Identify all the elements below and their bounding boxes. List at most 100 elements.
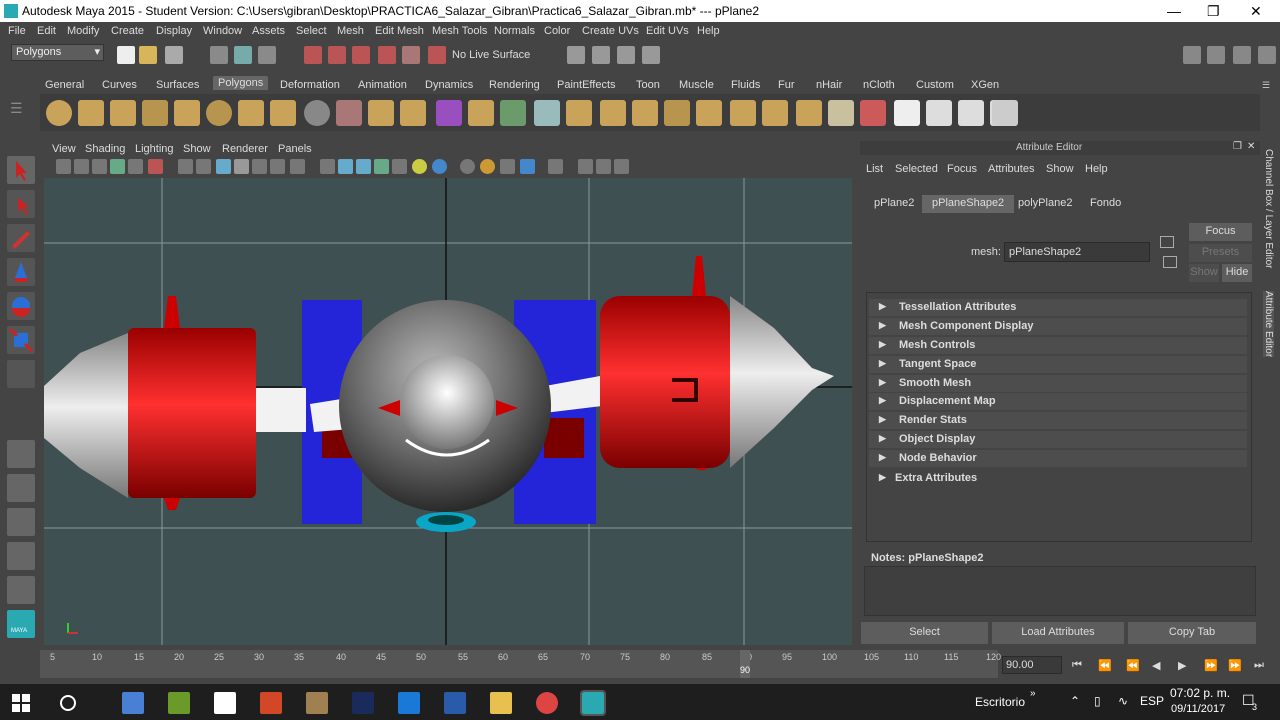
bookmarks-icon[interactable] [92, 159, 107, 174]
safe-action-icon[interactable] [270, 159, 285, 174]
smooth-icon[interactable] [468, 100, 494, 126]
rotate-tool-icon[interactable] [7, 292, 35, 320]
ae-tab-pplane2[interactable]: pPlane2 [864, 195, 924, 213]
section-displacement-map[interactable]: ▶ Displacement Map [869, 393, 1247, 410]
scale-tool-icon[interactable] [7, 326, 35, 354]
spherical-mapping-icon[interactable] [958, 100, 984, 126]
poly-plane-icon[interactable] [174, 100, 200, 126]
combine-icon[interactable] [336, 100, 362, 126]
panel-menu-view[interactable]: View [52, 143, 76, 155]
input-connections-icon[interactable] [1160, 236, 1174, 248]
multisample-aa-icon[interactable] [480, 159, 495, 174]
menu-display[interactable]: Display [156, 25, 192, 37]
show-button[interactable]: Show [1189, 264, 1219, 282]
select-tool-icon[interactable] [7, 156, 35, 184]
menu-modify[interactable]: Modify [67, 25, 99, 37]
section-tangent-space[interactable]: ▶ Tangent Space [869, 356, 1247, 373]
section-object-display[interactable]: ▶ Object Display [869, 431, 1247, 448]
fill-hole-icon[interactable] [632, 100, 658, 126]
bevel-icon[interactable] [664, 100, 690, 126]
shelf-tab-general[interactable]: General [45, 79, 84, 91]
menu-help[interactable]: Help [697, 25, 720, 37]
poly-cube-icon[interactable] [78, 100, 104, 126]
section-tessellation[interactable]: ▶ Tessellation Attributes [869, 299, 1247, 316]
tool-settings-icon[interactable] [1233, 46, 1251, 64]
shelf-tab-fur[interactable]: Fur [778, 79, 795, 91]
menu-assets[interactable]: Assets [252, 25, 285, 37]
minimize-icon[interactable]: — [1167, 3, 1181, 19]
minecraft-icon[interactable] [168, 692, 190, 714]
ae-menu-focus[interactable]: Focus [947, 163, 977, 175]
gate-mask-icon[interactable] [234, 159, 249, 174]
lasso-tool-icon[interactable] [7, 190, 35, 218]
shelf-tab-curves[interactable]: Curves [102, 79, 137, 91]
time-slider[interactable]: 5 10 15 20 25 30 35 40 45 50 55 60 65 70… [0, 650, 1001, 680]
clock-time[interactable]: 07:02 p. m. [1170, 686, 1230, 700]
home-icon[interactable] [214, 692, 236, 714]
render-settings-icon[interactable] [617, 46, 635, 64]
toolbar-overflow-icon[interactable]: » [1030, 688, 1036, 699]
windows-start-icon[interactable] [10, 692, 32, 714]
lang-indicator[interactable]: ESP [1140, 694, 1164, 708]
step-forward-frame-icon[interactable]: ⏩ [1228, 659, 1242, 672]
ae-menu-list[interactable]: List [866, 163, 883, 175]
mirror-geometry-icon[interactable] [500, 100, 526, 126]
move-tool-icon[interactable] [7, 258, 35, 286]
last-tool-icon[interactable] [7, 360, 35, 388]
split-polygon-icon[interactable] [730, 100, 756, 126]
snap-view-plane-icon[interactable] [378, 46, 396, 64]
section-smooth-mesh[interactable]: ▶ Smooth Mesh [869, 375, 1247, 392]
shelf-tab-toon[interactable]: Toon [636, 79, 660, 91]
four-view-layout-icon[interactable] [7, 474, 35, 502]
isolate-select-icon[interactable] [520, 159, 535, 174]
menu-color[interactable]: Color [544, 25, 570, 37]
close-icon[interactable]: ✕ [1250, 3, 1262, 20]
menu-create-uvs[interactable]: Create UVs [582, 25, 639, 37]
wifi-icon[interactable]: ∿ [1118, 694, 1128, 708]
snap-surface-icon[interactable] [402, 46, 420, 64]
select-button[interactable]: Select [861, 622, 988, 644]
booleans-icon[interactable] [436, 100, 462, 126]
chrome-icon[interactable] [536, 692, 558, 714]
attribute-editor-toggle-icon[interactable] [1207, 46, 1225, 64]
photoshop-icon[interactable] [352, 692, 374, 714]
sculpt-icon[interactable] [860, 100, 886, 126]
shelf-tab-deformation[interactable]: Deformation [280, 79, 340, 91]
section-render-stats[interactable]: ▶ Render Stats [869, 412, 1247, 429]
shelf-tab-animation[interactable]: Animation [358, 79, 407, 91]
xray-icon[interactable] [548, 159, 563, 174]
hide-button[interactable]: Hide [1222, 264, 1252, 282]
output-connections-icon[interactable] [1163, 256, 1177, 268]
grid-toggle-icon[interactable] [178, 159, 193, 174]
paint-select-tool-icon[interactable] [7, 224, 35, 252]
merge-icon[interactable] [696, 100, 722, 126]
wireframe-on-shaded-icon[interactable] [356, 159, 371, 174]
panel-menu-renderer[interactable]: Renderer [222, 143, 268, 155]
shelf-tab-custom[interactable]: Custom [916, 79, 954, 91]
poly-cylinder-icon[interactable] [110, 100, 136, 126]
save-scene-icon[interactable] [165, 46, 183, 64]
channel-box-toggle-icon[interactable] [1258, 46, 1276, 64]
shelf-tab-ncloth[interactable]: nCloth [863, 79, 895, 91]
shelf-tab-xgen[interactable]: XGen [971, 79, 999, 91]
snap-curve-icon[interactable] [328, 46, 346, 64]
edge-icon[interactable] [398, 692, 420, 714]
insert-edge-loop-icon[interactable] [762, 100, 788, 126]
shelf-tab-muscle[interactable]: Muscle [679, 79, 714, 91]
play-backwards-icon[interactable]: ◀ [1152, 659, 1160, 672]
current-frame-field[interactable]: 90.00 [1002, 656, 1062, 674]
section-extra-attributes[interactable]: ▶ Extra Attributes [869, 470, 1247, 487]
single-perspective-layout-icon[interactable] [7, 440, 35, 468]
go-to-end-icon[interactable]: ⏭ [1254, 659, 1264, 672]
wireframe-icon[interactable] [320, 159, 335, 174]
presets-button[interactable]: Presets [1189, 244, 1252, 262]
modeling-toolkit-icon[interactable] [1183, 46, 1201, 64]
textured-icon[interactable] [374, 159, 389, 174]
go-to-start-icon[interactable]: ⏮ [1072, 659, 1082, 672]
panel-menu-shading[interactable]: Shading [85, 143, 125, 155]
separate-icon[interactable] [368, 100, 394, 126]
ipr-render-icon[interactable] [592, 46, 610, 64]
select-hierarchy-icon[interactable] [210, 46, 228, 64]
safe-title-icon[interactable] [290, 159, 305, 174]
append-polygon-icon[interactable] [600, 100, 626, 126]
